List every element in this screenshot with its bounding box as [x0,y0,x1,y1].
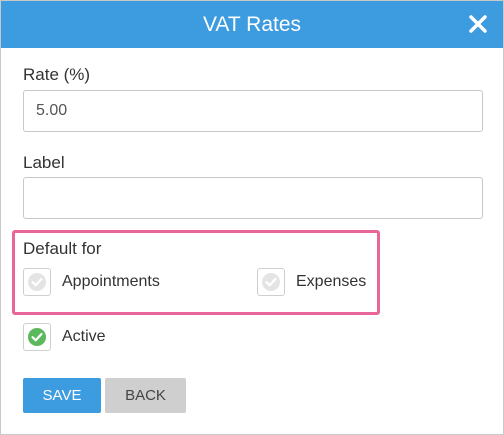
dialog-titlebar: VAT Rates [1,1,503,48]
appointments-label: Appointments [62,273,160,290]
appointments-checkbox[interactable] [23,268,51,296]
expenses-label: Expenses [296,273,367,290]
label-input[interactable] [23,177,483,219]
back-button[interactable]: BACK [105,378,186,413]
default-for-heading: Default for [23,239,102,258]
active-checkbox[interactable] [23,323,51,351]
close-icon[interactable] [467,13,489,35]
active-checkbox-row[interactable]: Active [23,323,106,351]
save-button[interactable]: SAVE [23,378,101,413]
rate-input[interactable] [23,90,483,132]
appointments-checkbox-row[interactable]: Appointments [23,268,160,296]
label-field-label: Label [23,153,65,172]
unchecked-icon [28,273,46,291]
rate-label: Rate (%) [23,65,91,84]
active-label: Active [62,328,106,345]
vat-rates-dialog: VAT Rates Rate (%) Label Default for App… [0,0,504,435]
dialog-title: VAT Rates [202,13,302,36]
checked-icon [28,328,46,346]
unchecked-icon [262,273,280,291]
expenses-checkbox[interactable] [257,268,285,296]
expenses-checkbox-row[interactable]: Expenses [257,268,366,296]
